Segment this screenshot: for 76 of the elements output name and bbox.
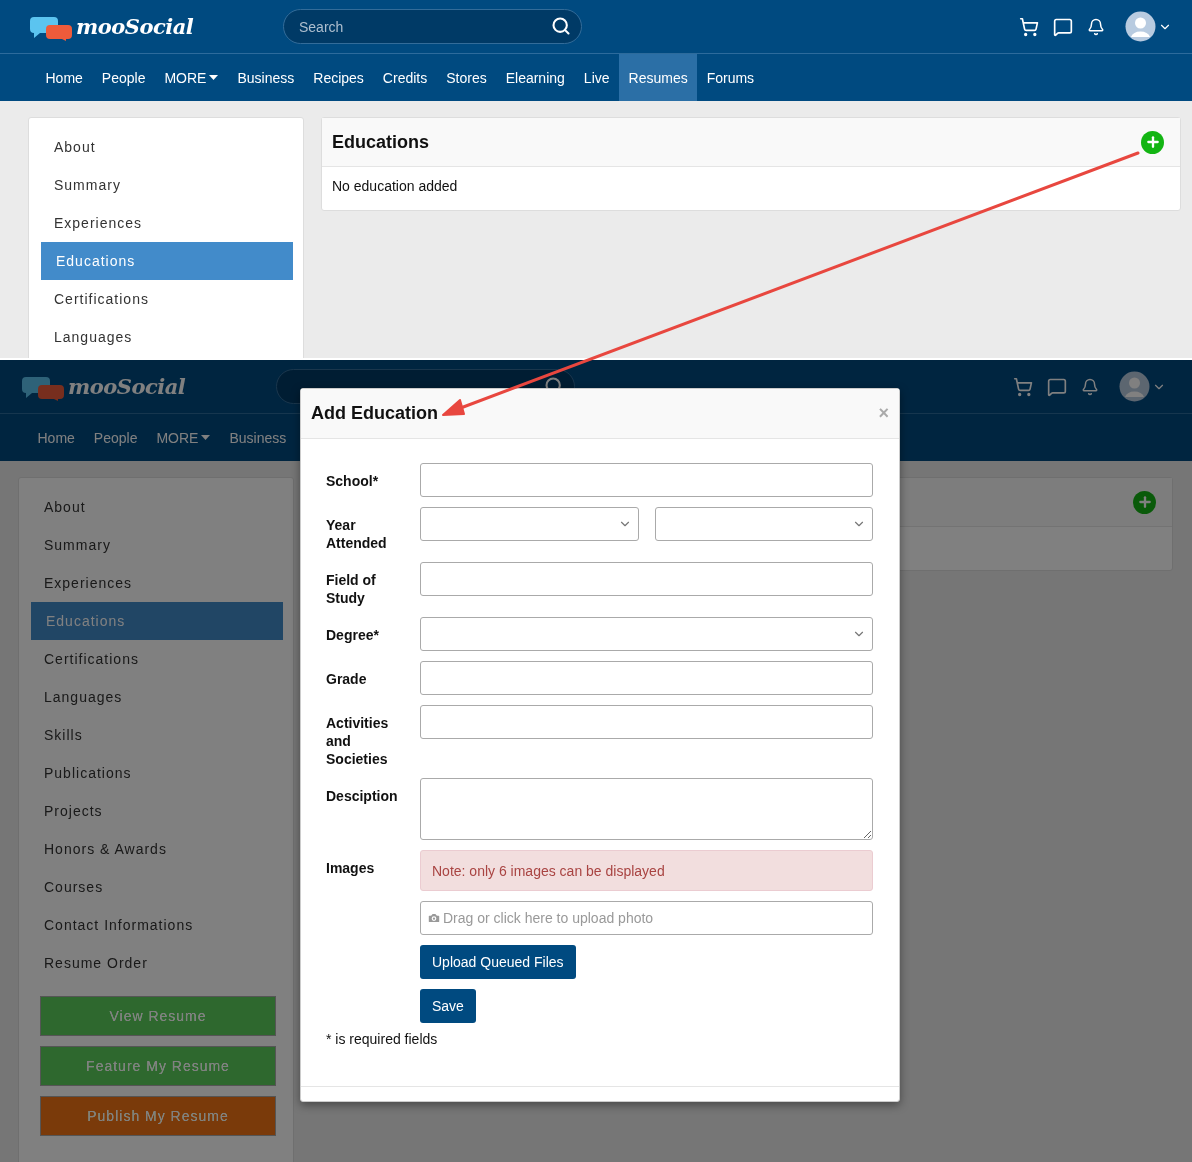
upload-button[interactable]: Upload Queued Files [420, 945, 576, 979]
sidebar-item[interactable]: Courses [31, 868, 283, 906]
nav-link[interactable]: Credits [373, 54, 437, 101]
sidebar-item[interactable]: Resume Order [31, 944, 283, 982]
logo-text[interactable]: mooSocial [68, 374, 186, 399]
add-icon[interactable] [1141, 130, 1164, 154]
upload-dropzone[interactable]: Drag or click here to upload photo [420, 901, 873, 935]
card-title: Educations [332, 131, 429, 153]
avatar-icon[interactable] [1119, 371, 1150, 402]
field-label: Activities and Societies [326, 714, 390, 768]
empty-message: No education added [331, 177, 459, 196]
select-field[interactable] [654, 507, 873, 541]
nav-link[interactable]: Business [219, 414, 296, 461]
text-field[interactable] [420, 705, 873, 739]
chat-icon[interactable] [1047, 376, 1067, 397]
sidebar-item[interactable]: About [41, 128, 293, 166]
select-field[interactable] [420, 617, 873, 651]
field-label: Grade [326, 670, 368, 689]
alert-note: Note: only 6 images can be displayed [420, 850, 873, 891]
dialog-title: Add Education [311, 403, 438, 424]
add-icon[interactable] [1133, 490, 1156, 514]
field-label: Images [326, 859, 376, 878]
textarea-field[interactable] [420, 778, 873, 840]
text-field[interactable] [420, 463, 873, 497]
resume-button[interactable]: Publish My Resume [40, 1096, 276, 1136]
text-field[interactable] [420, 661, 873, 695]
nav-link[interactable]: MORE [146, 414, 220, 461]
sidebar-item[interactable]: Honors & Awards [31, 830, 283, 868]
select-field[interactable] [420, 507, 639, 541]
required-note: * is required fields [326, 1031, 439, 1047]
bell-icon[interactable] [1087, 17, 1105, 36]
nav-link[interactable]: Home [36, 54, 93, 101]
camera-icon [427, 911, 441, 925]
chat-icon[interactable] [1053, 16, 1073, 37]
sidebar-item[interactable]: About [31, 488, 283, 526]
sidebar-item[interactable]: Summary [41, 166, 293, 204]
nav-link[interactable]: Business [227, 54, 304, 101]
sidebar-item[interactable]: Languages [31, 678, 283, 716]
sidebar-item[interactable]: Contact Informations [31, 906, 283, 944]
sidebar-item[interactable]: Skills [31, 716, 283, 754]
sidebar-item[interactable]: Experiences [41, 204, 293, 242]
field-label: Desciption [326, 787, 399, 806]
nav-link[interactable]: People [84, 414, 147, 461]
caret-icon [209, 75, 219, 80]
avatar-icon[interactable] [1125, 11, 1156, 42]
caret-icon [201, 435, 211, 440]
nav-link[interactable]: Stores [436, 54, 497, 101]
sidebar-item[interactable]: Summary [31, 526, 283, 564]
bell-icon[interactable] [1081, 377, 1099, 396]
sidebar-item[interactable]: Educations [31, 602, 283, 640]
sidebar-item[interactable]: Certifications [41, 280, 293, 318]
field-label: Field of Study [326, 571, 377, 607]
logo-text[interactable]: mooSocial [76, 14, 194, 39]
search-icon[interactable] [551, 16, 571, 36]
save-button[interactable]: Save [420, 989, 476, 1023]
nav-link[interactable]: Recipes [303, 54, 374, 101]
nav-link[interactable]: Home [28, 414, 85, 461]
sidebar-item[interactable]: Languages [41, 318, 293, 356]
field-label: School* [326, 472, 380, 491]
text-field[interactable] [420, 562, 873, 596]
cart-icon[interactable] [1013, 376, 1033, 397]
nav-link[interactable]: Resumes [619, 54, 698, 101]
field-label: Year Attended [326, 516, 388, 552]
nav-link[interactable]: People [92, 54, 155, 101]
sidebar-item[interactable]: Publications [31, 754, 283, 792]
field-label: Degree* [326, 626, 380, 645]
cart-icon[interactable] [1019, 16, 1039, 37]
sidebar-item[interactable]: Projects [31, 792, 283, 830]
search-field[interactable]: Search [283, 9, 582, 44]
sidebar-item[interactable]: Experiences [31, 564, 283, 602]
sidebar-item[interactable]: Certifications [31, 640, 283, 678]
sidebar-item[interactable]: Educations [41, 242, 293, 280]
nav-link[interactable]: Elearning [496, 54, 575, 101]
nav-link[interactable]: Live [574, 54, 620, 101]
nav-link[interactable]: Forums [697, 54, 764, 101]
nav-link[interactable]: MORE [154, 54, 228, 101]
